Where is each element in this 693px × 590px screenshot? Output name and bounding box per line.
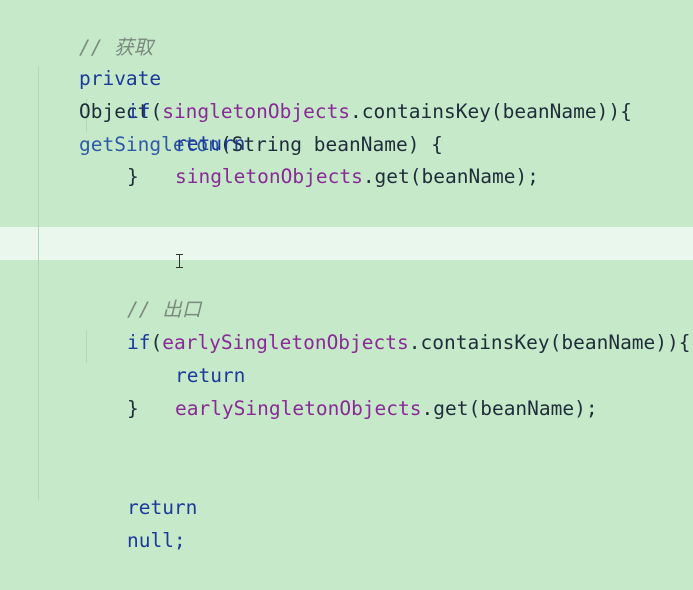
field-early-singleton-objects: earlySingletonObjects [174, 397, 422, 420]
code-line-return-null[interactable]: return null; [80, 458, 197, 552]
code-line-if-early-singleton[interactable]: if(earlySingletonObjects.containsKey(bea… [80, 293, 691, 354]
code-line-comment-get[interactable]: // 获取 [32, 0, 153, 59]
closing-brace: } [126, 397, 139, 420]
code-line-method-signature[interactable]: private Object getSingleton(String beanN… [32, 29, 443, 156]
keyword-return: return [174, 132, 246, 155]
field-singleton-objects: singletonObjects [174, 165, 363, 188]
get-call: .get(beanName); [421, 397, 598, 420]
current-line-highlight [0, 227, 693, 260]
keyword-return: return [174, 364, 246, 387]
get-call: .get(beanName); [362, 165, 539, 188]
code-line-return-early-singleton[interactable]: return earlySingletonObjects.get(beanNam… [128, 326, 598, 420]
closing-brace: } [126, 165, 139, 188]
code-line-close-brace[interactable]: } [80, 359, 139, 420]
code-editor[interactable]: // 获取 private Object getSingleton(String… [0, 0, 693, 552]
null-literal: null; [126, 529, 186, 552]
code-line-close-brace[interactable]: } [80, 127, 139, 188]
method-params: (String beanName) { [219, 133, 443, 156]
code-line-return-singleton[interactable]: return singletonObjects.get(beanName); [128, 94, 539, 188]
keyword-return: return [126, 496, 198, 519]
code-line-if-singleton[interactable]: if(singletonObjects.containsKey(beanName… [80, 62, 632, 123]
text-cursor-icon [176, 254, 184, 268]
